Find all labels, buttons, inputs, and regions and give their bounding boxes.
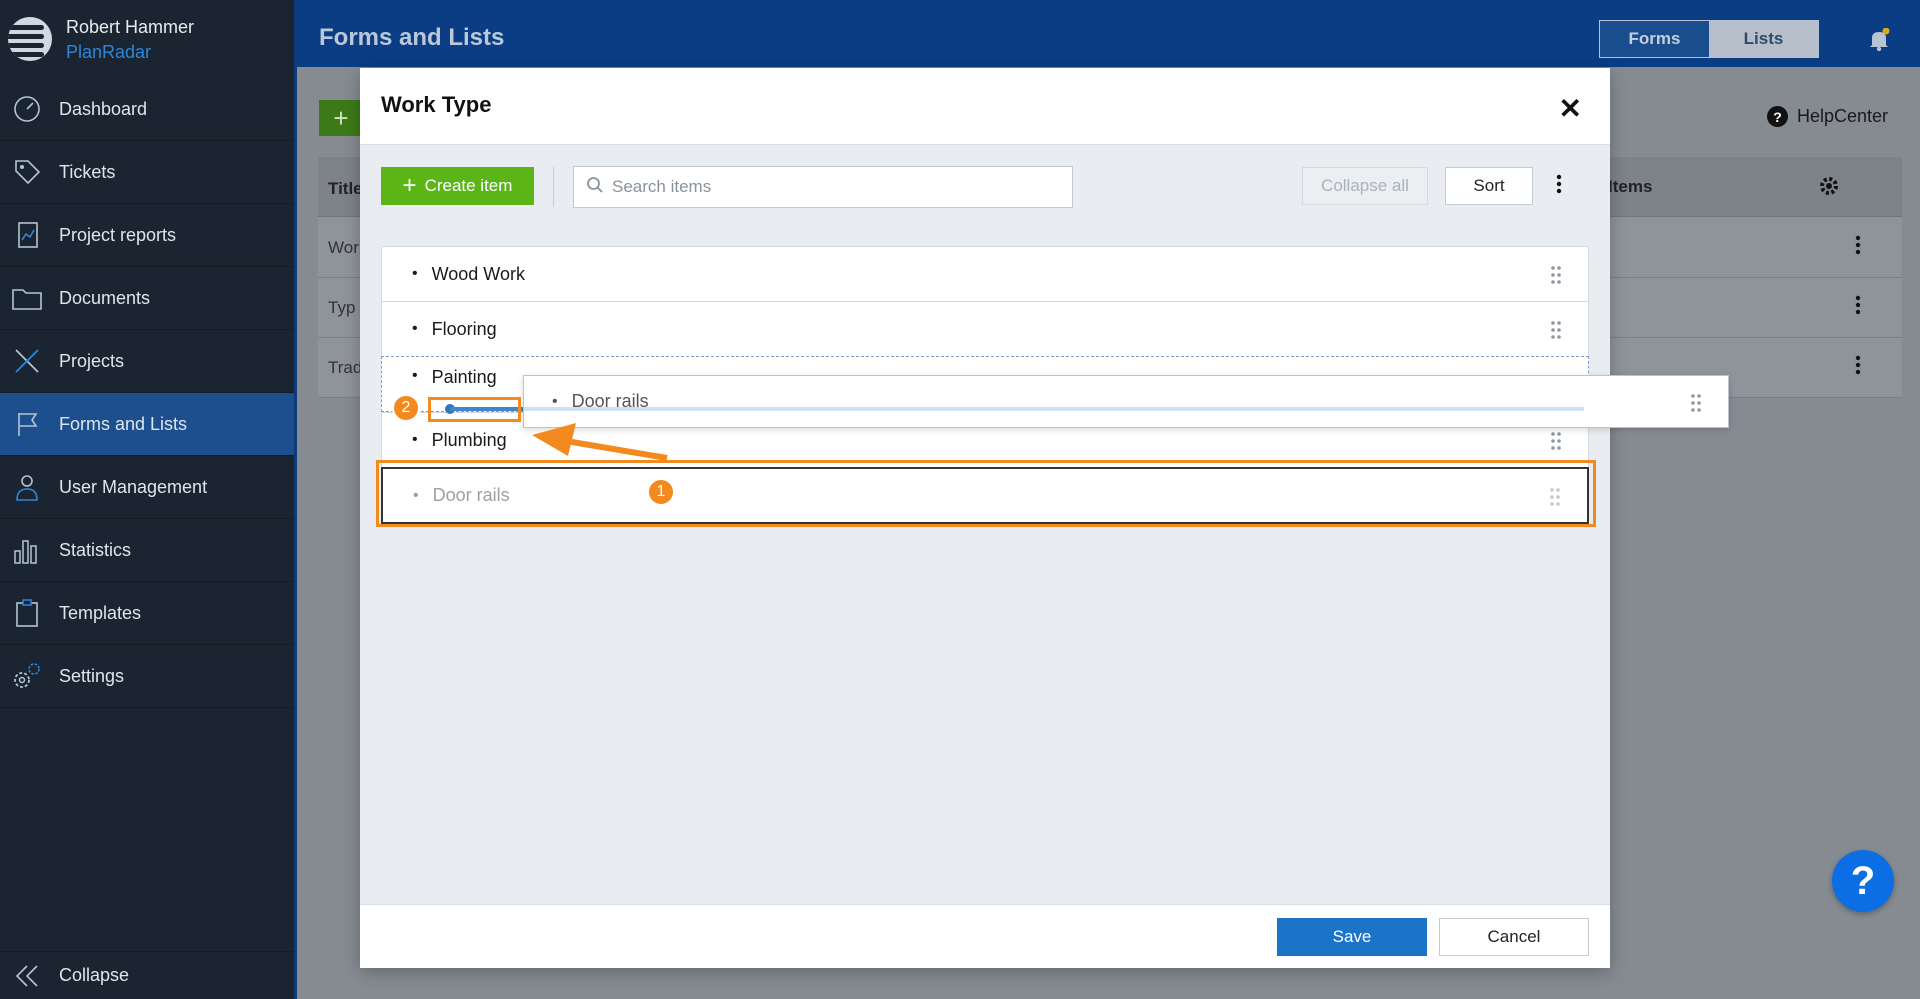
save-button[interactable]: Save	[1277, 918, 1427, 956]
question-icon: ?	[1767, 106, 1788, 127]
gear-icon[interactable]	[1818, 175, 1840, 202]
list-item-label: Painting	[431, 367, 497, 387]
page-title: Forms and Lists	[319, 24, 505, 51]
drop-indicator-line-overlay	[524, 407, 1584, 411]
sidebar-item-statistics[interactable]: Statistics	[0, 519, 294, 582]
col-title: Title	[328, 179, 363, 198]
toolbar-divider	[553, 167, 554, 207]
flag-icon	[10, 407, 44, 441]
annotation-arrow-icon	[532, 423, 668, 461]
sidebar-item-settings[interactable]: Settings	[0, 645, 294, 708]
notification-bell-icon[interactable]	[1868, 27, 1890, 57]
modal-title: Work Type	[381, 92, 492, 117]
brand: Robert Hammer PlanRadar	[0, 0, 294, 78]
sidebar-item-tickets[interactable]: Tickets	[0, 141, 294, 204]
bar-chart-icon	[10, 533, 44, 567]
drag-handle-icon[interactable]	[1550, 265, 1562, 290]
sidebar-item-templates[interactable]: Templates	[0, 582, 294, 645]
sidebar-item-label: Documents	[59, 287, 151, 308]
tab-lists[interactable]: Lists	[1709, 21, 1818, 57]
sidebar-item-label: Templates	[59, 602, 142, 623]
annotation-badge-2: 2	[392, 394, 420, 422]
dragged-item-preview[interactable]: • Door rails	[523, 375, 1729, 428]
create-item-button[interactable]: + Create item	[381, 167, 534, 205]
list-item-label: Wood Work	[431, 263, 525, 284]
helpcenter-link[interactable]: ? HelpCenter	[1767, 106, 1888, 127]
sidebar-item-forms-and-lists[interactable]: Forms and Lists	[0, 393, 294, 456]
drag-handle-icon[interactable]	[1550, 431, 1562, 456]
search-input[interactable]	[612, 177, 1052, 197]
collapse-label: Collapse	[59, 965, 130, 985]
kebab-icon[interactable]	[1855, 294, 1861, 321]
folder-icon	[10, 281, 44, 315]
tools-icon	[10, 344, 44, 378]
table-cell: Trad	[328, 358, 363, 377]
list-item[interactable]: • Wood Work	[381, 246, 1589, 301]
col-items: Items	[1608, 177, 1653, 196]
double-chevron-left-icon	[10, 959, 44, 993]
drag-handle-icon[interactable]	[1690, 393, 1702, 418]
top-bar: Forms and Lists Forms Lists	[297, 0, 1920, 67]
create-item-label: Create item	[424, 176, 513, 195]
search-icon	[586, 176, 604, 199]
modal-toolbar: + Create item Collapse all Sort	[360, 145, 1610, 230]
cancel-button[interactable]: Cancel	[1439, 918, 1589, 956]
sidebar-item-label: Forms and Lists	[59, 413, 188, 434]
sidebar-item-label: User Management	[59, 476, 208, 497]
modal-footer: Save Cancel	[360, 904, 1610, 968]
forms-lists-toggle: Forms Lists	[1599, 20, 1819, 58]
collapse-sidebar-button[interactable]: Collapse	[0, 951, 294, 999]
list-item-label: Plumbing	[431, 429, 507, 450]
sidebar-item-label: Settings	[59, 665, 125, 686]
modal-header: Work Type ✕	[360, 68, 1610, 145]
search-box[interactable]	[573, 166, 1073, 208]
kebab-icon[interactable]	[1855, 354, 1861, 381]
sidebar-item-dashboard[interactable]: Dashboard	[0, 78, 294, 141]
sidebar-item-label: Projects	[59, 350, 125, 371]
sidebar-item-label: Project reports	[59, 224, 177, 245]
sidebar: Robert Hammer PlanRadar Dashboard Ticket…	[0, 0, 297, 999]
gauge-icon	[10, 92, 44, 126]
sidebar-item-projects[interactable]: Projects	[0, 330, 294, 393]
sidebar-item-label: Tickets	[59, 161, 116, 182]
sidebar-item-label: Statistics	[59, 539, 132, 560]
tab-forms[interactable]: Forms	[1600, 21, 1709, 57]
more-options-icon[interactable]	[1556, 173, 1562, 200]
sidebar-item-user-management[interactable]: User Management	[0, 456, 294, 519]
drag-handle-icon[interactable]	[1550, 320, 1562, 345]
planradar-logo	[8, 17, 52, 61]
sidebar-item-label: Dashboard	[59, 98, 148, 119]
sidebar-item-documents[interactable]: Documents	[0, 267, 294, 330]
gears-icon	[10, 659, 44, 693]
report-icon	[10, 218, 44, 252]
table-cell: Wor	[328, 238, 359, 257]
help-fab-button[interactable]: ?	[1832, 850, 1894, 912]
user-name: Robert Hammer	[66, 17, 195, 37]
list-item-label: Flooring	[431, 318, 497, 339]
annotation-highlight-2	[428, 397, 521, 422]
kebab-icon[interactable]	[1855, 234, 1861, 261]
collapse-all-button[interactable]: Collapse all	[1302, 167, 1428, 205]
list-item[interactable]: • Flooring	[381, 301, 1589, 356]
annotation-highlight-1	[376, 460, 1596, 527]
tag-icon	[10, 155, 44, 189]
annotation-badge-1: 1	[647, 478, 675, 506]
clipboard-icon	[10, 596, 44, 630]
table-cell: Typ	[328, 298, 356, 317]
plus-icon: +	[402, 172, 417, 199]
user-icon	[10, 470, 44, 504]
create-list-button[interactable]: +	[319, 100, 363, 136]
close-icon[interactable]: ✕	[1559, 92, 1582, 125]
org-name: PlanRadar	[66, 42, 152, 62]
sidebar-item-project-reports[interactable]: Project reports	[0, 204, 294, 267]
helpcenter-label: HelpCenter	[1797, 106, 1889, 126]
sort-button[interactable]: Sort	[1445, 167, 1533, 205]
